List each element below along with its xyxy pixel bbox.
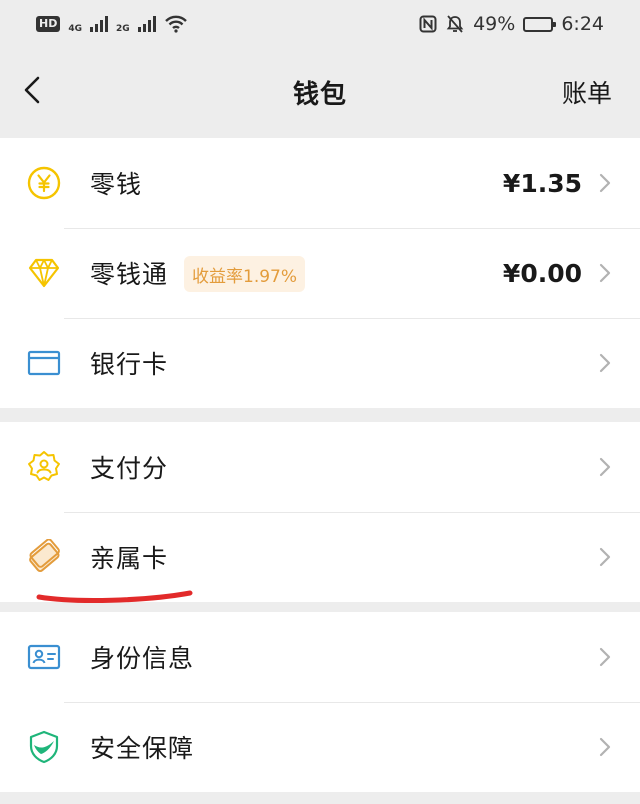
chevron-right-icon <box>599 173 611 193</box>
chevron-right-icon <box>599 547 611 567</box>
network-label-2: 2G <box>116 24 130 34</box>
wallet-group-services: 支付分 亲属卡 <box>0 422 640 602</box>
hd-badge: HD <box>36 16 61 32</box>
diamond-icon <box>26 255 62 291</box>
row-identity-info[interactable]: 身份信息 <box>0 612 640 702</box>
balance-value: ¥1.35 <box>502 168 582 198</box>
nfc-icon <box>419 15 437 33</box>
bank-card-icon <box>26 345 62 381</box>
row-change[interactable]: 零钱 ¥1.35 <box>0 138 640 228</box>
yield-badge: 收益率1.97% <box>184 256 306 292</box>
page-title: 钱包 <box>292 79 347 110</box>
bell-off-icon <box>446 15 464 33</box>
row-lingqiantong[interactable]: 零钱通 收益率1.97% ¥0.00 <box>0 228 640 318</box>
status-time: 6:24 <box>561 13 604 35</box>
chevron-right-icon <box>599 263 611 283</box>
status-bar: HD 4G 2G 49% 6:24 <box>0 0 640 48</box>
pay-score-icon <box>26 449 62 485</box>
row-label: 银行卡 <box>90 350 169 379</box>
wifi-icon <box>164 15 187 33</box>
row-label: 零钱通 <box>90 260 169 289</box>
row-pay-score[interactable]: 支付分 <box>0 422 640 512</box>
row-label: 零钱 <box>90 170 143 199</box>
row-family-card[interactable]: 亲属卡 <box>0 512 640 602</box>
chevron-right-icon <box>599 647 611 667</box>
signal-icon <box>90 16 108 32</box>
wallet-group-account: 身份信息 安全保障 <box>0 612 640 792</box>
row-security[interactable]: 安全保障 <box>0 702 640 792</box>
chevron-right-icon <box>599 457 611 477</box>
network-label-1: 4G <box>68 24 82 34</box>
chevron-right-icon <box>599 353 611 373</box>
status-left: HD 4G 2G <box>36 14 188 34</box>
id-card-icon <box>26 639 62 675</box>
shield-check-icon <box>26 729 62 765</box>
status-right: 49% 6:24 <box>419 13 604 35</box>
back-chevron-icon[interactable] <box>20 70 48 110</box>
bill-button[interactable]: 账单 <box>562 74 612 110</box>
row-label: 安全保障 <box>90 734 195 763</box>
signal-icon-2 <box>137 16 156 32</box>
battery-icon <box>523 16 557 32</box>
family-card-icon <box>26 539 62 575</box>
row-label: 亲属卡 <box>90 544 169 573</box>
chevron-right-icon <box>599 737 611 757</box>
battery-percent: 49% <box>473 13 516 35</box>
nav-bar: 钱包 账单 <box>0 48 640 136</box>
wallet-group-funds: 零钱 ¥1.35 零钱通 收益率1.97% ¥0.00 银行卡 <box>0 138 640 408</box>
balance-value: ¥0.00 <box>502 258 582 288</box>
row-label: 支付分 <box>90 454 169 483</box>
yuan-coin-icon <box>26 165 62 201</box>
row-label: 身份信息 <box>90 644 195 673</box>
row-bank-card[interactable]: 银行卡 <box>0 318 640 408</box>
